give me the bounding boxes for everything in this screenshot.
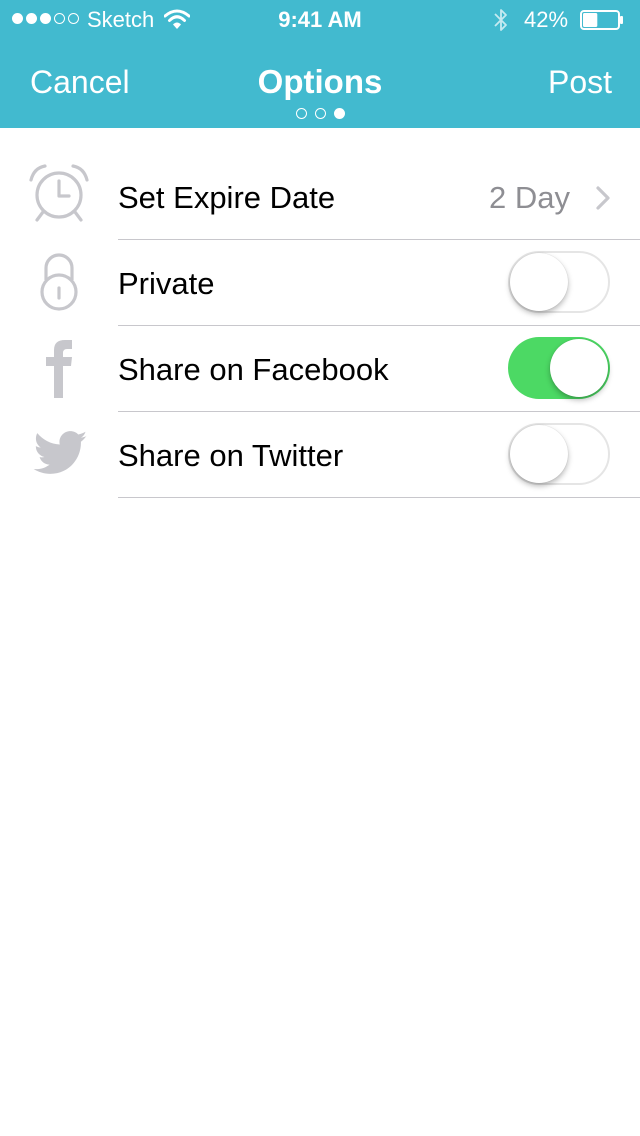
page-title: Options [257,63,383,100]
battery-icon [580,10,623,30]
page-indicator [296,108,345,119]
header: Sketch 9:41 AM 42% Cancel Options Post [0,0,640,128]
chevron-right-icon [596,186,610,210]
page-dot [315,108,326,119]
facebook-icon [46,340,72,398]
facebook-label: Share on Facebook [118,352,389,387]
twitter-toggle[interactable] [508,423,610,485]
toggle-knob [510,425,568,483]
private-toggle[interactable] [508,251,610,313]
separator [118,497,640,498]
toggle-knob [550,339,608,397]
expire-date-value: 2 Day [489,180,570,215]
expire-date-label: Set Expire Date [118,180,336,215]
facebook-toggle[interactable] [508,337,610,399]
private-label: Private [118,266,215,301]
twitter-row: Share on Twitter [0,412,640,498]
twitter-label: Share on Twitter [118,438,344,473]
page-dot-current [334,108,345,119]
post-button[interactable]: Post [548,62,612,102]
private-row: Private [0,240,640,326]
lock-icon [40,253,78,311]
twitter-icon [33,431,88,474]
facebook-row: Share on Facebook [0,326,640,412]
toggle-knob [510,253,568,311]
status-bar: Sketch 9:41 AM 42% [0,0,640,40]
alarm-clock-icon [29,164,89,222]
options-screen: Sketch 9:41 AM 42% Cancel Options Post S… [0,0,640,1136]
bluetooth-icon [494,9,507,31]
expire-date-row[interactable]: Set Expire Date 2 Day [0,154,640,240]
battery-percent: 42% [524,7,569,32]
page-dot [296,108,307,119]
